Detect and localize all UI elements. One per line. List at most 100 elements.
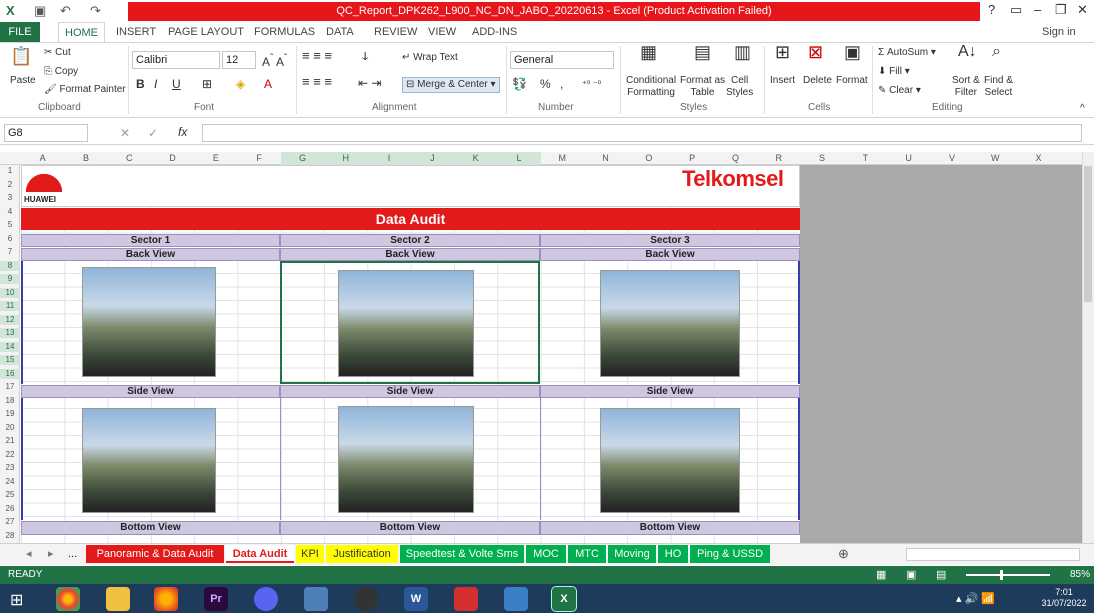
tab-data[interactable]: DATA	[320, 22, 360, 42]
sort-icon[interactable]: A↓	[958, 44, 977, 60]
paste-button[interactable]: Paste	[10, 75, 36, 87]
row-header[interactable]: 10	[0, 287, 20, 298]
row-header[interactable]: 25	[0, 490, 20, 500]
row-header[interactable]: 18	[0, 396, 20, 406]
page-layout-view-icon[interactable]: ▣	[906, 566, 916, 584]
row-header[interactable]: 7	[0, 247, 20, 257]
help-button[interactable]: ?	[988, 2, 995, 17]
sector-2-side-photo[interactable]	[338, 406, 474, 513]
column-header[interactable]: P	[671, 152, 714, 165]
zoom-slider-thumb[interactable]	[1000, 570, 1003, 580]
column-header[interactable]: N	[584, 152, 627, 165]
tab-file[interactable]: FILE	[0, 22, 40, 42]
cell-styles-button[interactable]: Cell Styles	[726, 75, 753, 99]
row-header[interactable]: 2	[0, 180, 20, 190]
column-header[interactable]: G	[280, 152, 325, 165]
formula-input[interactable]	[202, 124, 1082, 142]
fill-color-icon[interactable]: ◈	[236, 78, 245, 90]
row-header[interactable]: 21	[0, 436, 20, 446]
insert-cells-icon[interactable]: ⊞	[775, 43, 790, 61]
clear-button[interactable]: ✎ Clear ▾	[878, 85, 921, 97]
format-as-table-icon[interactable]: ▤	[694, 43, 711, 61]
autosum-button[interactable]: Σ AutoSum ▾	[878, 47, 936, 59]
row-header[interactable]: 13	[0, 328, 20, 338]
column-header[interactable]: R	[757, 152, 800, 165]
column-header[interactable]: I	[367, 152, 411, 165]
fill-button[interactable]: ⬇ Fill ▾	[878, 66, 910, 78]
delete-button[interactable]: Delete	[803, 75, 832, 87]
percent-button[interactable]: %	[540, 78, 551, 90]
orientation-icon[interactable]: ↆ	[362, 50, 368, 62]
align-left-icon[interactable]: ≡ ≡ ≡	[302, 75, 332, 88]
column-header[interactable]: X	[1017, 152, 1060, 165]
obs-icon[interactable]	[354, 587, 378, 611]
row-header[interactable]: 8	[0, 260, 20, 271]
premiere-icon[interactable]: Pr	[204, 587, 228, 611]
indent-icon[interactable]: ⇤ ⇥	[358, 77, 381, 89]
clock[interactable]: 7:01 31/07/2022	[1040, 587, 1088, 609]
sheet-tab[interactable]: Speedtest & Volte Sms	[400, 545, 524, 563]
row-header[interactable]: 26	[0, 504, 20, 514]
firefox-icon[interactable]	[154, 587, 178, 611]
cancel-icon[interactable]: ✕	[120, 127, 130, 139]
row-header[interactable]: 4	[0, 207, 20, 217]
name-box[interactable]: G8	[4, 124, 88, 142]
sheet-tab[interactable]: HO	[658, 545, 688, 563]
row-header[interactable]: 1	[0, 166, 20, 176]
column-header[interactable]: C	[108, 152, 151, 165]
column-header[interactable]: F	[238, 152, 281, 165]
format-button[interactable]: Format	[836, 75, 868, 87]
minimize-icon[interactable]: –	[1034, 2, 1041, 17]
column-header[interactable]: U	[887, 152, 930, 165]
row-header[interactable]: 20	[0, 423, 20, 433]
sort-filter-button[interactable]: Sort & Filter	[952, 75, 980, 99]
tab-page-layout[interactable]: PAGE LAYOUT	[162, 22, 250, 42]
column-header[interactable]: A	[21, 152, 64, 165]
sheet-tab[interactable]: KPI	[296, 545, 324, 563]
comma-button[interactable]: ,	[560, 78, 563, 90]
file-explorer-icon[interactable]	[106, 587, 130, 611]
restore-icon[interactable]: ❐	[1055, 2, 1067, 18]
close-icon[interactable]: ✕	[1077, 2, 1088, 18]
row-header[interactable]: 22	[0, 450, 20, 460]
redo-icon[interactable]: ↷	[90, 3, 101, 19]
row-header[interactable]: 27	[0, 517, 20, 527]
tab-formulas[interactable]: FORMULAS	[248, 22, 321, 42]
tab-review[interactable]: REVIEW	[368, 22, 423, 42]
row-header[interactable]: 12	[0, 314, 20, 325]
sheet-tab[interactable]: Data Audit	[226, 545, 294, 563]
column-header[interactable]: V	[930, 152, 973, 165]
borders-icon[interactable]: ⊞	[202, 78, 212, 90]
sheet-tab[interactable]: MOC	[526, 545, 566, 563]
insert-function-button[interactable]: fx	[178, 126, 187, 138]
row-header[interactable]: 11	[0, 301, 20, 311]
column-header[interactable]: L	[497, 152, 541, 165]
row-header[interactable]: 23	[0, 463, 20, 473]
next-sheet-icon[interactable]: ▸	[40, 545, 62, 563]
find-select-button[interactable]: Find & Select	[984, 75, 1013, 99]
photos-icon[interactable]	[504, 587, 528, 611]
delete-cells-icon[interactable]: ⊠	[808, 43, 823, 61]
grow-font-icon[interactable]: Aˆ Aˇ	[262, 53, 287, 68]
sector-1-side-photo[interactable]	[82, 408, 216, 513]
prev-sheet-icon[interactable]: ◂	[18, 545, 40, 563]
row-header[interactable]: 24	[0, 477, 20, 487]
column-header[interactable]: B	[64, 152, 107, 165]
page-break-view-icon[interactable]: ▤	[936, 566, 946, 584]
chrome-icon[interactable]	[56, 587, 80, 611]
conditional-formatting-icon[interactable]: ▦	[640, 43, 657, 61]
tab-insert[interactable]: INSERT	[110, 22, 162, 42]
bold-button[interactable]: B	[136, 78, 145, 90]
collapse-ribbon-icon[interactable]: ^	[1080, 103, 1085, 115]
sector-2-back-photo[interactable]	[338, 270, 474, 377]
number-format-select[interactable]: General	[510, 51, 614, 69]
column-header[interactable]: H	[324, 152, 368, 165]
cell-styles-icon[interactable]: ▥	[734, 43, 751, 61]
row-header[interactable]: 5	[0, 220, 20, 230]
row-header[interactable]: 28	[0, 531, 20, 541]
row-header[interactable]: 6	[0, 234, 20, 244]
binoculars-icon[interactable]: ⌕	[992, 44, 1001, 60]
sector-3-back-photo[interactable]	[600, 270, 740, 377]
undo-icon[interactable]: ↶	[60, 3, 71, 19]
scrollbar-thumb[interactable]	[1084, 166, 1092, 302]
